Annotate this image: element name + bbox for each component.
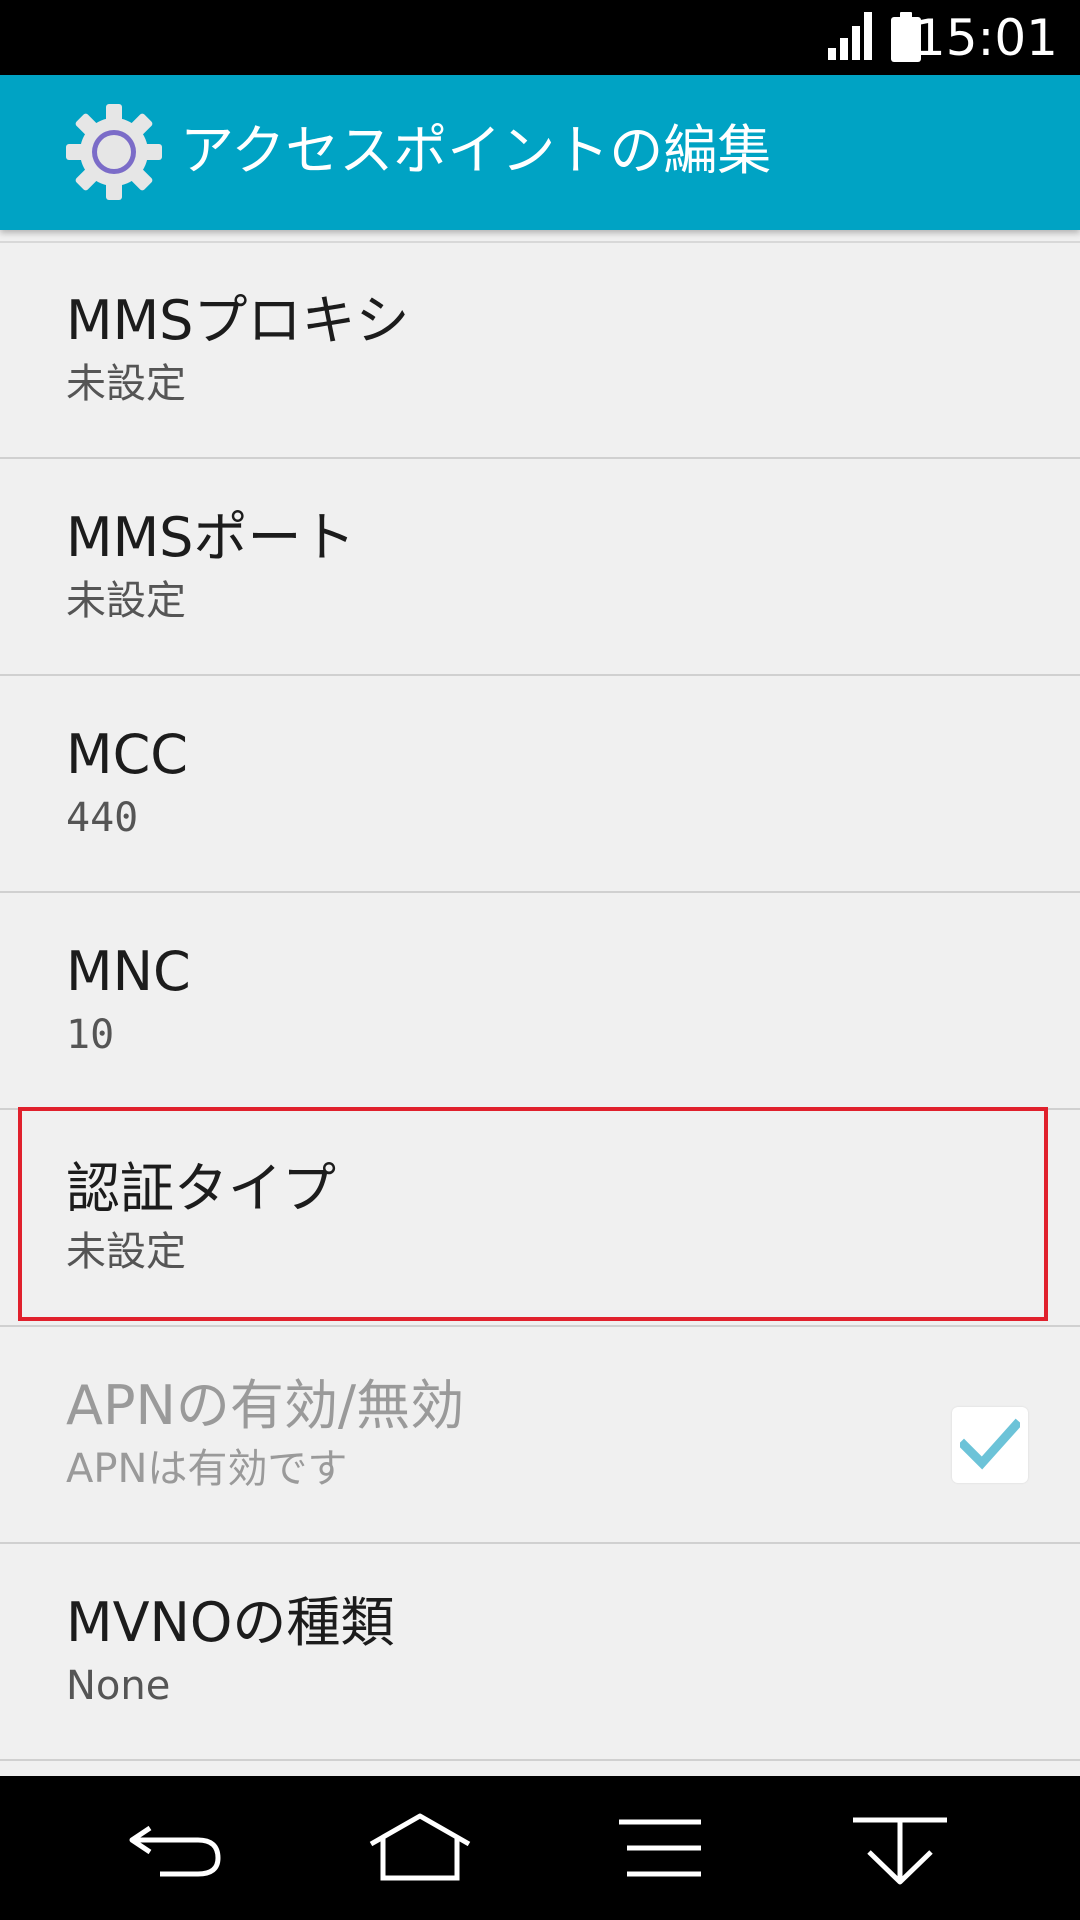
app-bar: アクセスポイントの編集	[0, 75, 1080, 230]
hide-keyboard-icon	[853, 1817, 947, 1885]
back-icon	[129, 1825, 221, 1877]
setting-mms-proxy[interactable]: MMSプロキシ 未設定	[0, 242, 1080, 459]
menu-button[interactable]	[605, 1808, 715, 1888]
home-icon	[369, 1813, 471, 1881]
menu-icon	[619, 1819, 701, 1877]
setting-value: 10	[66, 1012, 115, 1058]
apn-enable-checkbox[interactable]	[952, 1407, 1028, 1483]
setting-label: 認証タイプ	[66, 1157, 336, 1220]
setting-label: MNC	[66, 940, 191, 1003]
setting-value: 未設定	[66, 1229, 186, 1275]
setting-auth-type[interactable]: 認証タイプ 未設定	[0, 1110, 1080, 1327]
setting-label: MMSポート	[66, 506, 356, 569]
setting-value: 未設定	[66, 578, 186, 624]
setting-mnc[interactable]: MNC 10	[0, 893, 1080, 1110]
settings-list: MMSプロキシ 未設定 MMSポート 未設定 MCC 440 MNC 10 認証…	[0, 242, 1080, 1761]
status-bar: 15:01	[0, 0, 1080, 75]
setting-label: MMSプロキシ	[66, 289, 410, 352]
hide-keyboard-button[interactable]	[845, 1808, 955, 1888]
setting-value: None	[66, 1663, 171, 1709]
checkmark-icon	[960, 1418, 1020, 1470]
setting-apn-enable[interactable]: APNの有効/無効 APNは有効です	[0, 1327, 1080, 1544]
setting-value: 未設定	[66, 361, 186, 407]
setting-label: APNの有効/無効	[66, 1374, 465, 1437]
setting-mvno-type[interactable]: MVNOの種類 None	[0, 1544, 1080, 1761]
signal-icon	[828, 12, 872, 60]
navigation-bar	[0, 1776, 1080, 1920]
settings-gear-icon	[66, 104, 162, 200]
status-time: 15:01	[913, 9, 1058, 67]
home-button[interactable]	[365, 1808, 475, 1888]
back-button[interactable]	[120, 1808, 230, 1888]
setting-mms-port[interactable]: MMSポート 未設定	[0, 459, 1080, 676]
setting-value: APNは有効です	[66, 1446, 348, 1492]
setting-label: MCC	[66, 723, 189, 786]
page-title: アクセスポイントの編集	[180, 119, 772, 182]
setting-mcc[interactable]: MCC 440	[0, 676, 1080, 893]
setting-value: 440	[66, 795, 139, 841]
setting-label: MVNOの種類	[66, 1591, 395, 1654]
